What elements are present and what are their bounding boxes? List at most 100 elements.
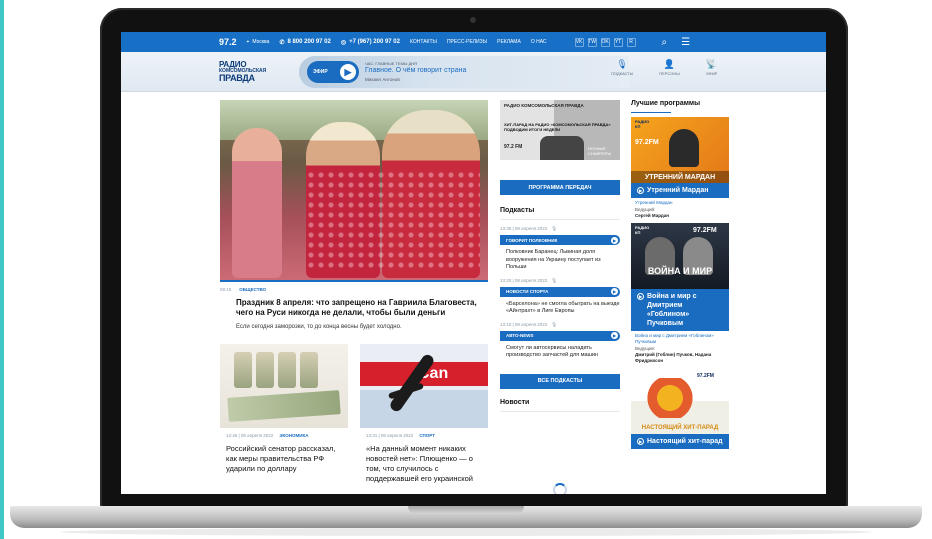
card-title[interactable]: Российский сенатор рассказал, как меры п…	[220, 444, 348, 474]
phone-link[interactable]: ✆ 8 800 200 97 02	[279, 39, 330, 46]
program-caption[interactable]: ▶ Настоящий хит-парад	[631, 434, 729, 449]
site-logo[interactable]: РАДИО КОМСОМОЛЬСКАЯ ПРАВДА	[219, 61, 266, 83]
featured-meta: 08:15 ОБЩЕСТВО	[220, 287, 488, 292]
nav-contacts[interactable]: КОНТАКТЫ	[410, 39, 437, 45]
podcast-date-text: 13:10 | 08 апреля 2022	[500, 321, 548, 327]
accent-stripe	[0, 0, 4, 539]
program-subtitle[interactable]: Утренний Мардан	[631, 200, 729, 206]
play-icon[interactable]: ▶	[611, 332, 618, 339]
program-card[interactable]: РАДИО КП 97.2FM ВОЙНА И МИР ▶ Война и мир…	[631, 223, 729, 364]
podcast-date: 13:20 | 08 апреля 2022 🎙	[500, 278, 620, 284]
nav-about[interactable]: О НАС	[531, 39, 547, 45]
card-title[interactable]: «На данный момент никаких новостей нет»:…	[360, 444, 488, 484]
program-image[interactable]: РАДИО КП 97.2FM ВОЙНА И МИР	[631, 223, 729, 289]
odnoklassniki-icon[interactable]: OK	[600, 37, 610, 47]
twitter-icon[interactable]: TW	[587, 37, 597, 47]
podcast-date: 13:10 | 08 апреля 2022 🎙	[500, 322, 620, 328]
laptop-shadow	[60, 528, 872, 536]
vk-icon[interactable]: VK	[574, 37, 584, 47]
play-icon[interactable]: ▶	[611, 236, 618, 244]
program-host-photo	[669, 129, 699, 167]
podcast-date-text: 13:20 | 08 апреля 2022	[500, 277, 548, 283]
card-category[interactable]: ЭКОНОМИКА	[279, 433, 308, 438]
podcast-item[interactable]: 13:35 | 08 апреля 2022 🎙 ГОВОРИТ ПОЛКОВН…	[500, 226, 620, 272]
podcast-show-name: ГОВОРИТ ПОЛКОВНИК	[506, 237, 558, 243]
news-card[interactable]: Can 13:31 | 08 апреля 2022 СПОРТ «На дан…	[360, 344, 488, 484]
schedule-button[interactable]: ПРОГРАММА ПЕРЕДАЧ	[500, 180, 620, 195]
program-caption-text: Война и мир с Дмитрием «Гоблином» Пучков…	[647, 293, 697, 327]
live-play-button[interactable]: ЭФИР ▶	[307, 61, 359, 83]
featured-title[interactable]: Праздник 8 апреля: что запрещено на Гавр…	[220, 298, 488, 318]
whatsapp-icon: ◎	[340, 39, 347, 46]
play-icon: ▶	[637, 438, 644, 445]
top-bar: 97.2 ⌖ Москва ✆ 8 800 200 97 02 ◎ +7 (96…	[121, 32, 826, 52]
program-image[interactable]: 97.2FM НАСТОЯЩИЙ ХИТ-ПАРАД	[631, 368, 729, 434]
site-header: РАДИО КОМСОМОЛЬСКАЯ ПРАВДА ЭФИР ▶ ЧАС: Г…	[121, 52, 826, 92]
podcast-show-bar[interactable]: АВТО-NEWS ▶	[500, 330, 620, 341]
search-icon[interactable]: ⌕	[662, 37, 668, 48]
featured-article[interactable]: 08:15 ОБЩЕСТВО Праздник 8 апреля: что за…	[220, 100, 488, 330]
card-meta: 13:46 | 08 апреля 2022 ЭКОНОМИКА	[220, 433, 348, 438]
card-image-skating[interactable]: Can	[360, 344, 488, 428]
whatsapp-link[interactable]: ◎ +7 (967) 200 97 02	[341, 39, 400, 46]
whatsapp-number: +7 (967) 200 97 02	[349, 39, 400, 45]
podcast-show-bar[interactable]: ГОВОРИТ ПОЛКОВНИК ▶	[500, 235, 620, 245]
program-hosts: Ведущие: Дмитрий (Гоблин) Пучков, Надана…	[631, 346, 729, 364]
program-card[interactable]: РАДИО КП 97.2FM УТРЕННИЙ МАРДАН ▶ Утренни…	[631, 117, 729, 219]
podcast-text[interactable]: Полковник Баранец: Львиная доля вооружен…	[500, 249, 620, 272]
nav-ads[interactable]: РЕКЛАМА	[497, 39, 521, 45]
social-links: VK TW OK YT R	[574, 37, 636, 47]
mic-icon: 🎙	[551, 277, 558, 283]
city-label: Москва	[252, 39, 270, 45]
program-subtitle[interactable]: Война и мир с Дмитрием «Гоблином» Пучков…	[631, 333, 729, 345]
now-playing-title[interactable]: Главное. О чём говорит страна	[365, 67, 466, 74]
podcasts-section: Подкасты 13:35 | 08 апреля 2022 🎙 ГОВОРИ…	[500, 207, 620, 360]
mic-icon: 🎙	[551, 321, 558, 327]
city-selector[interactable]: ⌖ Москва	[247, 39, 270, 45]
podcast-item[interactable]: 13:10 | 08 апреля 2022 🎙 АВТО-NEWS ▶ Смо…	[500, 322, 620, 360]
nav-press[interactable]: ПРЕСС-РЕЛИЗЫ	[447, 39, 487, 45]
program-logo: РАДИО КП	[635, 119, 650, 129]
podcast-show-name: АВТО-NEWS	[506, 333, 534, 338]
program-logo: РАДИО КП	[635, 225, 650, 235]
card-category[interactable]: СПОРТ	[419, 433, 435, 438]
best-programs-title: Лучшие программы	[631, 100, 701, 107]
program-caption-text: Настоящий хит-парад	[647, 438, 723, 445]
right-column: Лучшие программы РАДИО КП 97.2FM УТРЕННИЙ…	[631, 100, 729, 449]
play-icon[interactable]: ▶	[611, 288, 618, 295]
card-image-money[interactable]	[220, 344, 348, 428]
podcast-text[interactable]: Смогут ли автосервисы наладить производс…	[500, 345, 620, 360]
location-pin-icon: ⌖	[246, 39, 250, 45]
program-caption[interactable]: ▶ Утренний Мардан	[631, 183, 729, 198]
podcast-text[interactable]: «Барселона» не смогла обыграть на выезде…	[500, 301, 620, 316]
program-banner: УТРЕННИЙ МАРДАН	[631, 171, 729, 183]
browser-screen: 97.2 ⌖ Москва ✆ 8 800 200 97 02 ◎ +7 (96…	[121, 32, 826, 494]
program-card[interactable]: 97.2FM НАСТОЯЩИЙ ХИТ-ПАРАД ▶ Настоящий х…	[631, 368, 729, 449]
all-podcasts-button[interactable]: ВСЕ ПОДКАСТЫ	[500, 373, 620, 389]
nav-podcasts[interactable]: 🎙 ПОДКАСТЫ	[611, 60, 633, 77]
featured-category[interactable]: ОБЩЕСТВО	[239, 287, 266, 292]
news-divider	[500, 410, 620, 412]
program-frequency: 97.2FM	[697, 373, 714, 379]
podcast-show-bar[interactable]: НОВОСТИ СПОРТА ▶	[500, 286, 620, 297]
news-card[interactable]: 13:46 | 08 апреля 2022 ЭКОНОМИКА Российс…	[220, 344, 348, 474]
program-image[interactable]: РАДИО КП 97.2FM УТРЕННИЙ МАРДАН	[631, 117, 729, 183]
program-banner: ВОЙНА И МИР	[647, 266, 713, 276]
podcasts-title: Подкасты	[500, 207, 535, 214]
promo-banner[interactable]: РАДИО КОМСОМОЛЬСКАЯ ПРАВДА ХИТ-ПАРАД НА …	[500, 100, 620, 160]
nav-live[interactable]: 📡 ЭФИР	[706, 60, 717, 77]
podcast-date: 13:35 | 08 апреля 2022 🎙	[500, 226, 620, 232]
promo-photo	[540, 136, 584, 160]
podcast-show-name: НОВОСТИ СПОРТА	[506, 289, 549, 294]
menu-icon[interactable]: ☰	[681, 37, 690, 48]
featured-image[interactable]	[220, 100, 488, 280]
middle-column: РАДИО КОМСОМОЛЬСКАЯ ПРАВДА ХИТ-ПАРАД НА …	[500, 100, 620, 412]
rutube-icon[interactable]: R	[626, 37, 636, 47]
program-caption[interactable]: ▶ Война и мир с Дмитрием «Гоблином» Пучк…	[631, 289, 729, 331]
youtube-icon[interactable]: YT	[613, 37, 623, 47]
phone-number: 8 800 200 97 02	[287, 39, 331, 45]
card-time: 13:31 | 08 апреля 2022	[366, 433, 414, 438]
podcast-item[interactable]: 13:20 | 08 апреля 2022 🎙 НОВОСТИ СПОРТА …	[500, 278, 620, 316]
nav-persons[interactable]: 👤 ПЕРСОНЫ	[659, 60, 680, 77]
logo-line-3: ПРАВДА	[219, 73, 255, 83]
